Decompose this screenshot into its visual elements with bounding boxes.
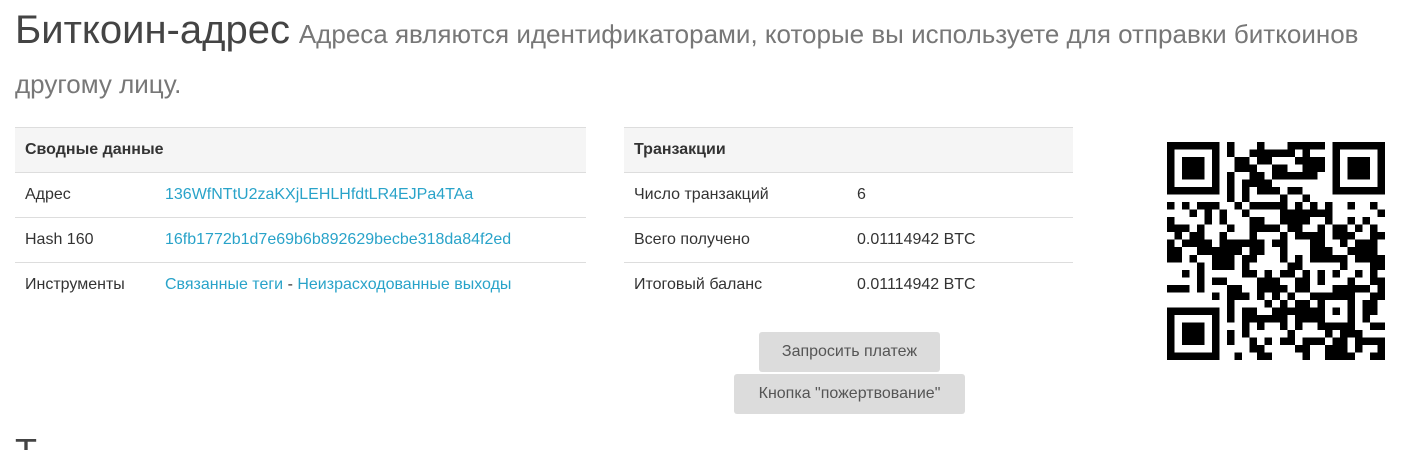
page-title: Биткоин-адрес bbox=[15, 8, 290, 52]
total-received-value: 0.01114942 BTC bbox=[847, 217, 1073, 263]
summary-header: Сводные данные bbox=[15, 127, 586, 173]
tools-separator: - bbox=[287, 276, 293, 293]
hash160-link[interactable]: 16fb1772b1d7e69b6b892629becbe318da84f2ed bbox=[165, 231, 511, 248]
table-row: Всего получено 0.01114942 BTC bbox=[624, 217, 1073, 263]
page: Биткоин-адрес Адреса являются идентифика… bbox=[0, 0, 1411, 450]
request-payment-button[interactable]: Запросить платеж bbox=[759, 332, 940, 372]
next-section-heading: Т bbox=[15, 432, 37, 450]
table-row: Итоговый баланс 0.01114942 BTC bbox=[624, 263, 1073, 308]
address-label: Адрес bbox=[15, 172, 155, 218]
tx-count-value: 6 bbox=[847, 172, 1073, 218]
transactions-header: Транзакции bbox=[624, 127, 1073, 173]
address-link[interactable]: 136WfNTtU2zaKXjLEHLHfdtLR4EJPa4TAa bbox=[165, 186, 473, 203]
donation-button[interactable]: Кнопка "пожертвование" bbox=[734, 374, 965, 414]
qr-code-icon bbox=[1167, 142, 1385, 360]
table-row: Адрес 136WfNTtU2zaKXjLEHLHfdtLR4EJPa4TAa bbox=[15, 172, 586, 218]
table-row: Инструменты Связанные теги - Неизрасходо… bbox=[15, 263, 586, 308]
unspent-outputs-link[interactable]: Неизрасходованные выходы bbox=[297, 276, 511, 293]
transactions-table: Транзакции Число транзакций 6 Всего полу… bbox=[624, 127, 1073, 307]
total-received-label: Всего получено bbox=[624, 217, 847, 263]
hash160-label: Hash 160 bbox=[15, 217, 155, 263]
tools-label: Инструменты bbox=[25, 276, 125, 293]
final-balance-value: 0.01114942 BTC bbox=[857, 276, 976, 293]
table-row: Hash 160 16fb1772b1d7e69b6b892629becbe31… bbox=[15, 217, 586, 263]
final-balance-label: Итоговый баланс bbox=[634, 276, 763, 293]
summary-table: Сводные данные Адрес 136WfNTtU2zaKXjLEHL… bbox=[15, 127, 586, 307]
tx-count-label: Число транзакций bbox=[624, 172, 847, 218]
table-row: Число транзакций 6 bbox=[624, 172, 1073, 218]
related-tags-link[interactable]: Связанные теги bbox=[165, 276, 283, 293]
page-heading: Биткоин-адрес Адреса являются идентифика… bbox=[15, 6, 1400, 108]
